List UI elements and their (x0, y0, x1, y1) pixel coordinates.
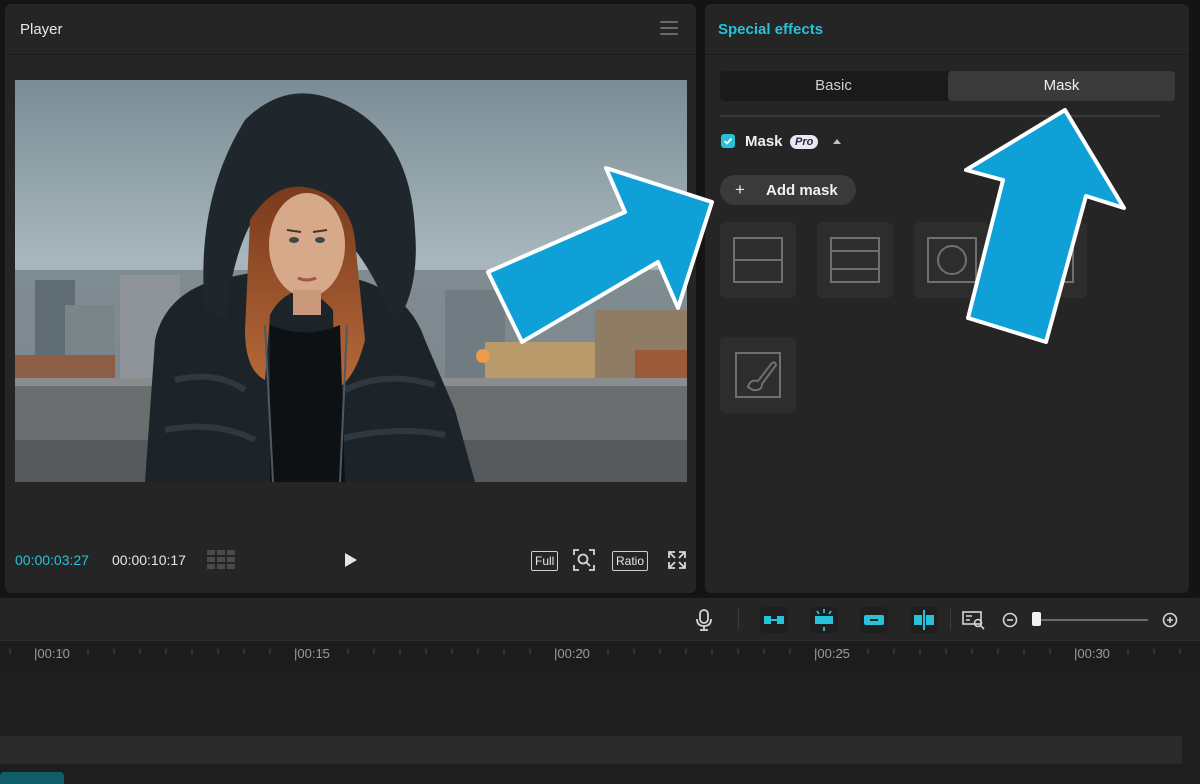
play-icon[interactable] (345, 553, 357, 567)
player-title: Player (20, 21, 63, 38)
toolbar-separator (738, 608, 739, 630)
tabs-divider (720, 115, 1160, 117)
preview-axis-button[interactable] (910, 607, 938, 633)
link-track-icon (764, 616, 784, 624)
linkage-icon (864, 615, 884, 625)
fullscreen-icon[interactable] (667, 550, 687, 570)
ruler-label: |00:10 (34, 646, 70, 661)
timecode-grid-icon[interactable] (207, 550, 235, 570)
effects-header: Special effects (705, 4, 1189, 55)
magnet-snap-button[interactable] (810, 607, 838, 633)
player-panel: Player 00:00:03:27 00:00:10:17 Full Rati… (5, 4, 696, 593)
ruler-label: |00:30 (1074, 646, 1110, 661)
timeline-track[interactable] (0, 736, 1182, 764)
plus-icon: + (735, 180, 745, 199)
menu-icon[interactable] (660, 21, 678, 35)
zoom-to-fit-timeline-icon[interactable] (962, 610, 986, 630)
full-quality-button[interactable]: Full (531, 551, 559, 571)
tab-mask[interactable]: Mask (948, 71, 1175, 101)
link-main-track-button[interactable] (760, 607, 788, 633)
ratio-button[interactable]: Ratio (612, 551, 649, 571)
collapse-caret-icon[interactable] (833, 139, 841, 144)
filmstrip-mask-icon[interactable] (817, 222, 893, 298)
timeline-track-area[interactable] (0, 670, 1200, 784)
tab-basic[interactable]: Basic (720, 71, 947, 101)
video-frame-image (15, 80, 687, 482)
ruler-ticks (9, 649, 1181, 654)
timeline-zoom-handle[interactable] (1032, 612, 1041, 626)
effects-title: Special effects (718, 21, 824, 38)
ruler-label: |00:20 (554, 646, 590, 661)
brush-mask-icon[interactable] (720, 337, 796, 413)
timeline-clip[interactable] (0, 772, 64, 784)
current-time: 00:00:03:27 (15, 552, 89, 568)
add-mask-button[interactable]: + Add mask (720, 175, 856, 205)
total-time: 00:00:10:17 (112, 552, 186, 568)
linkage-button[interactable] (860, 607, 888, 633)
special-effects-panel: Special effects Basic Mask Mask Pro + Ad… (705, 4, 1189, 593)
preview-axis-icon (914, 610, 934, 630)
ruler-label: |00:15 (294, 646, 330, 661)
zoom-out-icon[interactable] (1002, 612, 1018, 628)
timeline-zoom-track[interactable] (1036, 619, 1148, 621)
split-mask-icon[interactable] (720, 222, 796, 298)
timeline-ruler[interactable]: |00:10 |00:15 |00:20 |00:25 |00:30 (0, 640, 1200, 671)
checkmark-icon (723, 137, 733, 145)
snap-icon (815, 609, 833, 631)
video-preview[interactable] (15, 80, 687, 482)
player-header: Player (5, 4, 696, 55)
zoom-fit-icon[interactable] (573, 549, 595, 571)
add-mask-label: Add mask (766, 182, 838, 199)
effects-tabs: Basic Mask (720, 71, 1175, 101)
circle-mask-icon[interactable] (914, 222, 990, 298)
pro-badge: Pro (790, 135, 819, 149)
rectangle-mask-icon[interactable] (1011, 222, 1087, 298)
ruler-label: |00:25 (814, 646, 850, 661)
zoom-in-icon[interactable] (1162, 612, 1178, 628)
timeline-toolbar (0, 598, 1200, 640)
toolbar-separator (950, 608, 951, 630)
microphone-icon[interactable] (695, 609, 713, 631)
mask-section-label: Mask (745, 133, 783, 150)
mask-enable-checkbox[interactable] (721, 134, 735, 148)
